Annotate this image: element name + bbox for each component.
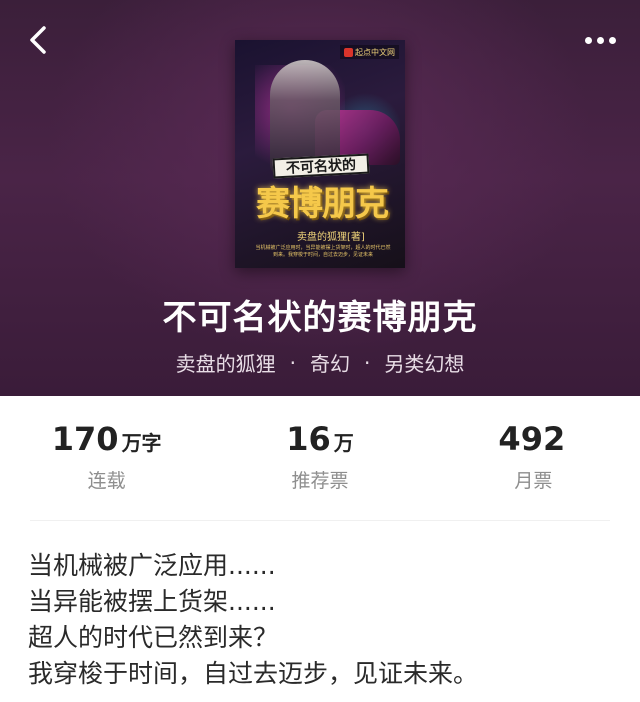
more-horizontal-icon [584,36,592,44]
stat-value: 16 万 [286,420,354,460]
cover-author: 卖盘的狐狸[著] [297,232,365,243]
stat-number: 16 [286,420,331,458]
back-button[interactable] [22,24,54,56]
more-options-button[interactable] [580,28,620,52]
stat-number: 492 [498,420,566,458]
publisher-logo-text: 起点中文网 [355,47,395,57]
synopsis-line: 我穿梭于时间，自过去迈步，见证未来。 [28,659,479,688]
stat-number: 170 [51,420,119,458]
book-meta: 卖盘的狐狸 · 奇幻 · 另类幻想 [0,348,640,377]
book-header: 起点中文网 不可名状的 赛博朋克 卖盘的狐狸[著] 当机械被广泛应用时，当异能被… [0,0,640,396]
stat-unit: 万 [333,431,354,455]
stat-value: 170 万字 [52,420,162,460]
stat-label: 推荐票 [291,470,349,492]
chevron-left-icon [30,26,46,54]
book-title: 不可名状的赛博朋克 [162,298,478,338]
stat-recommend-tickets[interactable]: 16 万 推荐票 [213,420,426,500]
synopsis-line: 超人的时代已然到来？ [28,623,279,652]
stat-word-count: 170 万字 连载 [0,420,213,500]
meta-separator: · [289,350,296,375]
genre-link[interactable]: 奇幻 [310,348,350,377]
synopsis-line: 当异能被摆上货架...... [28,587,276,616]
stat-unit: 万字 [121,431,162,455]
book-synopsis[interactable]: 当机械被广泛应用...... 当异能被摆上货架...... 超人的时代已然到来？… [28,548,628,692]
stat-label: 连载 [87,470,126,492]
synopsis-line: 当机械被广泛应用...... [28,551,276,580]
cover-tagline: 当机械被广泛应用时，当异能被摆上货架时，超人的时代已然到来。我穿梭于时间，自过去… [255,245,391,258]
meta-separator: · [364,350,371,375]
stat-value: 492 [498,420,568,460]
publisher-logo: 起点中文网 [340,45,399,59]
publisher-logo-icon [344,47,353,57]
divider [30,520,610,521]
cover-title: 赛博朋克 [256,183,389,224]
book-cover[interactable]: 起点中文网 不可名状的 赛博朋克 卖盘的狐狸[著] 当机械被广泛应用时，当异能被… [235,40,405,268]
stat-monthly-tickets[interactable]: 492 月票 [427,420,640,500]
author-link[interactable]: 卖盘的狐狸 [176,348,276,377]
subgenre-link[interactable]: 另类幻想 [384,348,464,377]
more-dot [596,36,604,44]
more-dot [608,36,616,44]
stat-label: 月票 [514,470,553,492]
book-stats: 170 万字 连载 16 万 推荐票 492 月票 [0,420,640,500]
